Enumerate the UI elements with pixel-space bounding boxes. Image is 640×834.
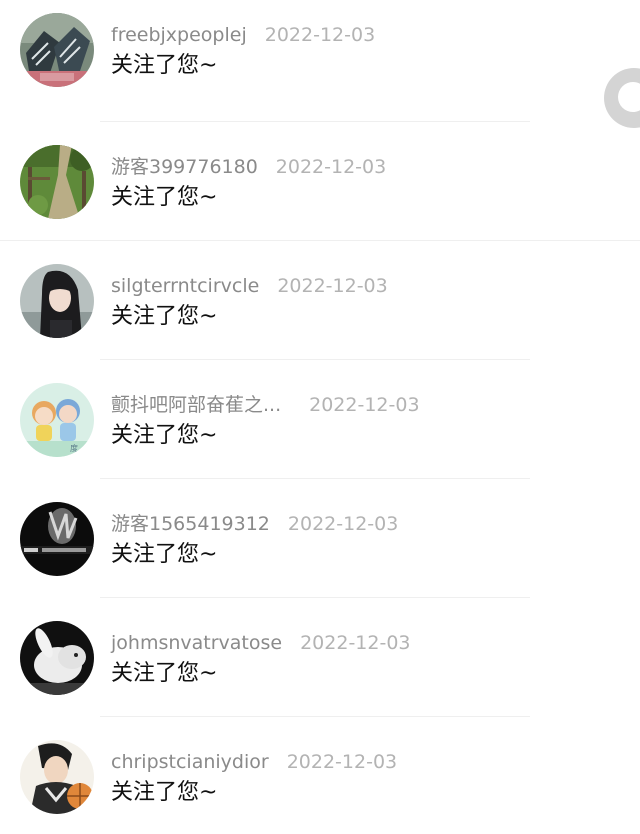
- avatar[interactable]: [20, 502, 94, 576]
- avatar[interactable]: [20, 264, 94, 338]
- divider: [100, 716, 530, 717]
- avatar[interactable]: [20, 13, 94, 87]
- username[interactable]: chripstcianiydior: [111, 750, 269, 774]
- item-meta: 游客399776180 2022-12-03: [111, 155, 386, 179]
- cartoon-couple-illustration-icon: 度: [20, 383, 94, 457]
- list-item[interactable]: 游客1565419312 2022-12-03 关注了您~: [0, 478, 640, 596]
- username[interactable]: silgterrntcirvcle: [111, 274, 259, 298]
- message-text: 关注了您~: [111, 185, 218, 210]
- timestamp: 2022-12-03: [300, 632, 411, 654]
- timestamp: 2022-12-03: [287, 513, 399, 535]
- divider: [0, 240, 640, 241]
- message-text: 关注了您~: [111, 423, 218, 448]
- message-text: 关注了您~: [111, 53, 218, 78]
- item-meta: 游客1565419312 2022-12-03: [111, 512, 398, 536]
- list-item[interactable]: 游客399776180 2022-12-03 关注了您~: [0, 121, 640, 239]
- timestamp: 2022-12-03: [309, 394, 420, 416]
- white-rabbit-photo-icon: [20, 621, 94, 695]
- item-meta: chripstcianiydior 2022-12-03: [111, 750, 397, 774]
- girl-portrait-photo-icon: [20, 264, 94, 338]
- timestamp: 2022-12-03: [286, 751, 398, 773]
- notification-list: freebjxpeoplej 2022-12-03 关注了您~ 游客3997761…: [0, 0, 640, 834]
- item-meta: silgterrntcirvcle 2022-12-03: [111, 274, 388, 298]
- garden-path-photo-icon: [20, 145, 94, 219]
- list-item[interactable]: freebjxpeoplej 2022-12-03 关注了您~: [0, 0, 640, 107]
- timestamp: 2022-12-03: [275, 156, 387, 178]
- message-text: 关注了您~: [111, 780, 218, 805]
- timestamp: 2022-12-03: [264, 24, 376, 46]
- message-text: 关注了您~: [111, 304, 218, 329]
- message-text: 关注了您~: [111, 661, 218, 686]
- avatar[interactable]: [20, 621, 94, 695]
- basketball-player-illustration-icon: [20, 740, 94, 814]
- divider: [100, 597, 530, 598]
- item-meta: freebjxpeoplej 2022-12-03: [111, 23, 375, 47]
- divider: [100, 121, 530, 122]
- avatar[interactable]: 度: [20, 383, 94, 457]
- divider: [100, 478, 530, 479]
- timestamp: 2022-12-03: [277, 275, 388, 297]
- list-item[interactable]: 度 颤抖吧阿部奋萑之... 2022-12-03 关注了您~: [0, 359, 640, 477]
- list-item[interactable]: chripstcianiydior 2022-12-03 关注了您~: [0, 716, 640, 834]
- item-meta: johmsnvatrvatose 2022-12-03: [111, 631, 411, 655]
- list-item[interactable]: silgterrntcirvcle 2022-12-03 关注了您~: [0, 240, 640, 358]
- avatar[interactable]: [20, 145, 94, 219]
- svg-text:度: 度: [70, 443, 78, 453]
- avatar[interactable]: [20, 740, 94, 814]
- divider: [100, 359, 530, 360]
- username[interactable]: 颤抖吧阿部奋萑之...: [111, 393, 281, 417]
- message-text: 关注了您~: [111, 542, 218, 567]
- item-meta: 颤抖吧阿部奋萑之... 2022-12-03: [111, 393, 420, 417]
- sneakers-photo-icon: [20, 13, 94, 87]
- username[interactable]: 游客399776180: [111, 155, 258, 179]
- username[interactable]: freebjxpeoplej: [111, 23, 247, 47]
- dark-hands-photo-icon: [20, 502, 94, 576]
- username[interactable]: johmsnvatrvatose: [111, 631, 282, 655]
- list-item[interactable]: johmsnvatrvatose 2022-12-03 关注了您~: [0, 597, 640, 715]
- username[interactable]: 游客1565419312: [111, 512, 270, 536]
